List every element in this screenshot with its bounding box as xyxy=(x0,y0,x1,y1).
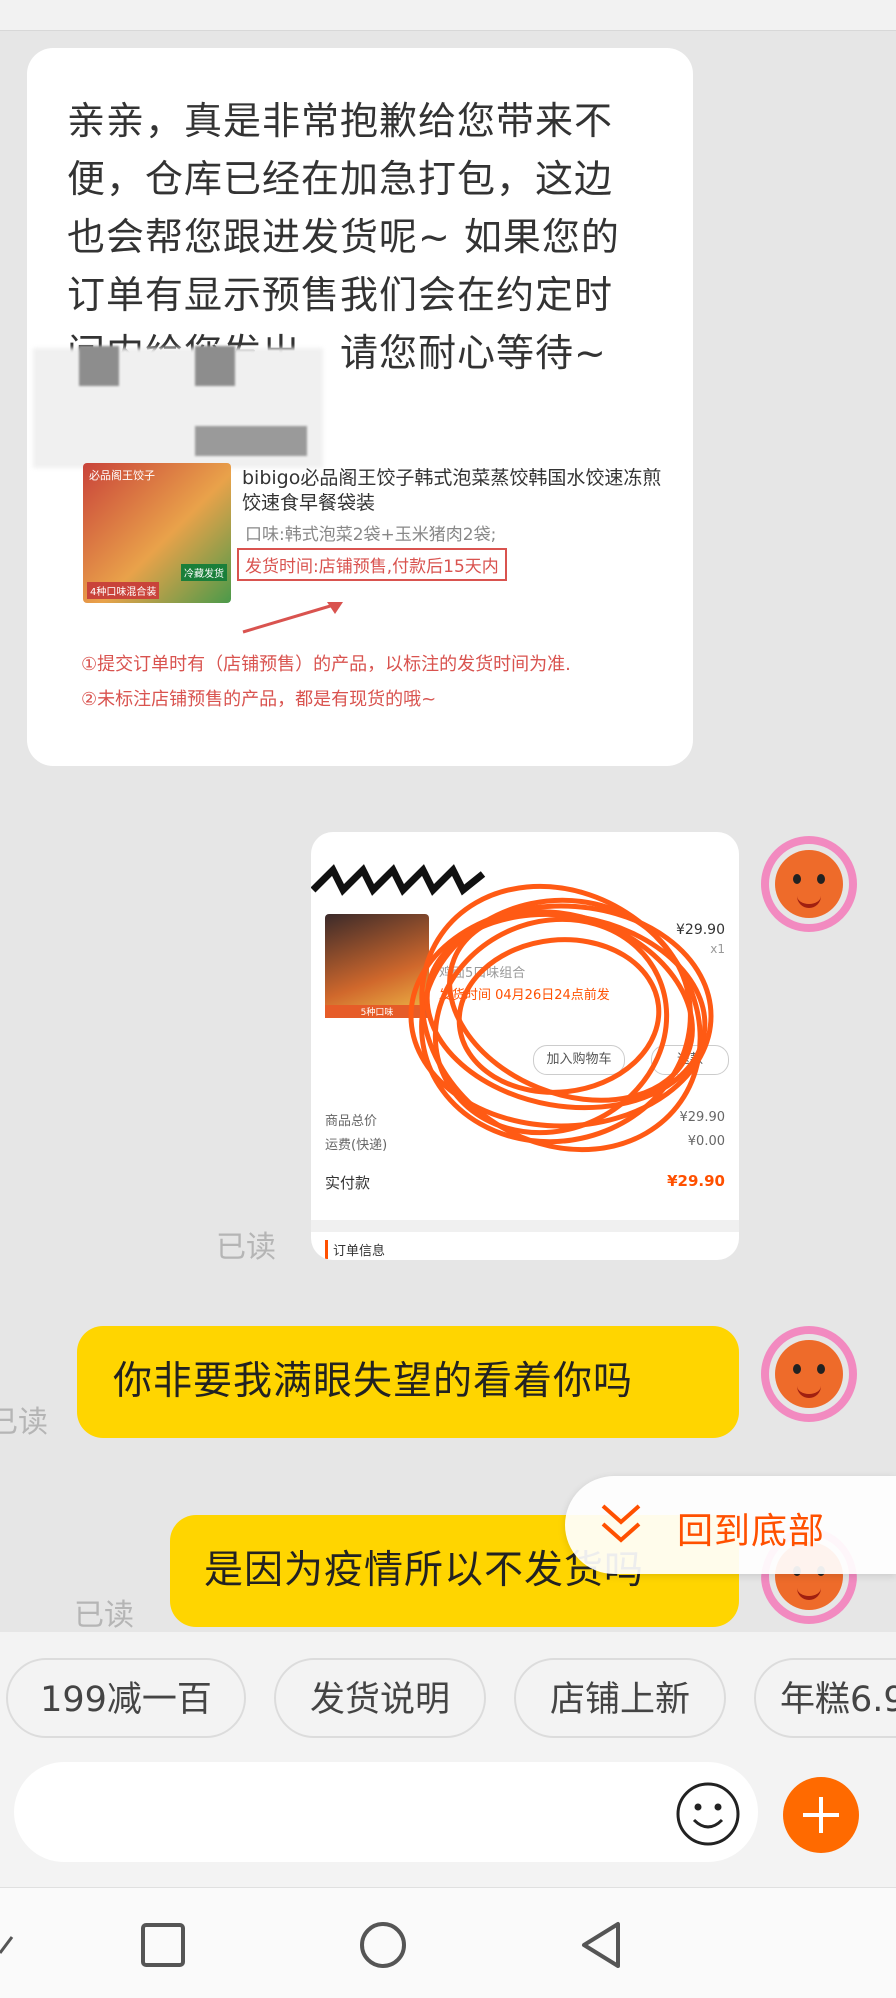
message-line: 订单有显示预售我们会在约定时 xyxy=(67,273,614,317)
nav-partial-icon xyxy=(0,1936,14,1954)
summary-label: 运费(快递) xyxy=(325,1138,388,1153)
input-bar xyxy=(0,1742,896,1887)
presale-note: ①提交订单时有（店铺预售）的产品，以标注的发货时间为准. xyxy=(81,654,571,675)
message-line: 便，仓库已经在加急打包，这边 xyxy=(67,157,614,201)
quick-chip[interactable]: 发货说明 xyxy=(274,1658,486,1738)
summary-value: ¥29.90 xyxy=(667,1172,725,1190)
nav-back-icon[interactable] xyxy=(578,1920,624,1970)
incoming-message-text: 亲亲，真是非常抱歉给您带来不 便，仓库已经在加急打包，这边 也会帮您跟进发货呢~… xyxy=(67,92,667,382)
user-avatar[interactable] xyxy=(761,1326,857,1422)
quick-chip[interactable]: 店铺上新 xyxy=(514,1658,726,1738)
ship-time-box: 发货时间:店铺预售,付款后15天内 xyxy=(237,548,507,581)
outgoing-image-message[interactable]: 5种口味 ¥29.90 x1 鸡面5口味组合 发货时间 04月26日24点前发 … xyxy=(311,832,739,1260)
quick-chip[interactable]: 199减一百 xyxy=(6,1658,246,1738)
red-arrow-icon xyxy=(242,602,343,634)
read-status: 已读 xyxy=(74,1598,134,1633)
chevron-double-down-icon xyxy=(601,1504,641,1543)
product-image-label: 4种口味混合装 xyxy=(87,582,160,599)
redaction-block xyxy=(195,346,235,386)
plus-button[interactable] xyxy=(783,1777,859,1853)
message-line: 亲亲，真是非常抱歉给您带来不 xyxy=(67,99,614,143)
back-to-bottom-button[interactable]: 回到底部 xyxy=(565,1476,896,1574)
plus-icon xyxy=(803,1797,839,1833)
product-image-label: 必品阁王饺子 xyxy=(89,469,155,482)
product-image[interactable]: 必品阁王饺子 冷藏发货 4种口味混合装 xyxy=(83,463,231,603)
summary-label: 商品总价 xyxy=(325,1114,378,1129)
user-avatar[interactable] xyxy=(761,836,857,932)
back-to-bottom-label: 回到底部 xyxy=(677,1511,826,1552)
avatar-ring xyxy=(761,836,857,932)
outgoing-message-text: 你非要我满眼失望的看着你吗 xyxy=(113,1359,634,1404)
read-status: 已读 xyxy=(0,1405,48,1440)
product-flavor: 口味:韩式泡菜2袋+玉米猪肉2袋; xyxy=(245,525,497,545)
avatar-ring xyxy=(761,1326,857,1422)
emoji-icon[interactable] xyxy=(674,1780,742,1848)
order-info-heading: 订单信息 xyxy=(325,1240,385,1259)
read-status: 已读 xyxy=(216,1230,276,1265)
top-status-strip xyxy=(0,0,896,31)
quick-phrase-bar: 199减一百 发货说明 店铺上新 年糕6.9 xyxy=(0,1632,896,1742)
system-navigation-bar xyxy=(0,1887,896,1998)
nav-recents-icon[interactable] xyxy=(140,1922,186,1968)
product-image-label: 冷藏发货 xyxy=(181,564,227,581)
product-title: bibigo必品阁王饺子韩式泡菜蒸饺韩国水饺速冻煎饺速食早餐袋装 xyxy=(242,467,662,514)
order-screenshot: 5种口味 ¥29.90 x1 鸡面5口味组合 发货时间 04月26日24点前发 … xyxy=(311,832,739,1260)
redaction-block xyxy=(195,426,307,456)
divider xyxy=(311,1220,739,1232)
orange-scribble xyxy=(408,883,714,1153)
message-line: 也会帮您跟进发货呢~ 如果您的 xyxy=(67,215,620,259)
outgoing-message-bubble[interactable]: 你非要我满眼失望的看着你吗 xyxy=(77,1326,739,1438)
nav-home-icon[interactable] xyxy=(358,1920,408,1970)
summary-paid-row: 实付款 ¥29.90 xyxy=(325,1172,725,1193)
incoming-message-bubble: 亲亲，真是非常抱歉给您带来不 便，仓库已经在加急打包，这边 也会帮您跟进发货呢~… xyxy=(27,48,693,766)
quick-chip[interactable]: 年糕6.9 xyxy=(754,1658,896,1738)
stock-note: ②未标注店铺预售的产品，都是有现货的哦~ xyxy=(81,689,437,710)
redaction-block xyxy=(79,346,119,386)
summary-label: 实付款 xyxy=(325,1174,371,1192)
message-input[interactable] xyxy=(14,1762,758,1862)
